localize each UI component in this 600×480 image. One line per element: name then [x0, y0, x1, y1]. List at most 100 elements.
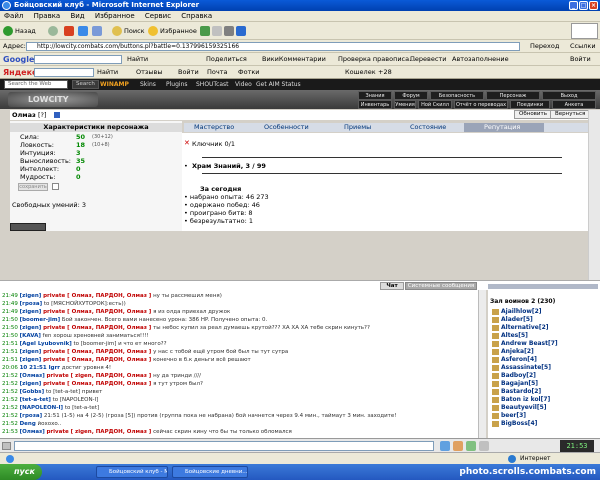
menu-inventory[interactable]: Инвентарь	[358, 100, 392, 109]
translit-icon[interactable]	[466, 441, 476, 451]
video-menu[interactable]: Video	[235, 79, 252, 90]
google-autofill-button[interactable]: Автозаполнение	[452, 53, 509, 66]
start-button[interactable]: пуск	[0, 464, 42, 480]
list-item[interactable]: Alternative[2]	[492, 324, 596, 332]
list-item[interactable]: Alader[5]	[492, 316, 596, 324]
list-item[interactable]: Ajailhlow[2]	[492, 308, 596, 316]
go-button[interactable]: Переход	[530, 41, 559, 52]
menu-tools[interactable]: Сервис	[145, 12, 171, 20]
stop-button[interactable]	[64, 25, 74, 37]
list-item[interactable]: Bastardo[2]	[492, 388, 596, 396]
list-item[interactable]: Asferon[4]	[492, 356, 596, 364]
yandex-wallet-button[interactable]: Кошелек	[345, 66, 376, 79]
yandex-search-button[interactable]: Найти	[97, 66, 118, 79]
google-translate-button[interactable]: Перевести	[410, 53, 446, 66]
favorites-button[interactable]: Избранное	[148, 25, 197, 37]
back-button[interactable]: Назад	[3, 25, 36, 37]
yandex-photos-button[interactable]: Фотки	[238, 66, 260, 79]
chat-menu-icon[interactable]	[2, 442, 11, 450]
stat-agility: Ловкость: 18 (10+8)	[20, 141, 110, 149]
info-icon[interactable]	[54, 112, 60, 118]
google-signin-button[interactable]: Войти	[570, 53, 591, 66]
player-name[interactable]: Олмаз	[12, 110, 36, 120]
save-checkbox[interactable]	[52, 183, 59, 190]
menu-forum[interactable]: Форум	[394, 91, 428, 100]
tab-system-messages[interactable]: Системные сообщения	[405, 282, 477, 290]
menu-edit[interactable]: Правка	[34, 12, 61, 20]
list-item[interactable]: beer[3]	[492, 412, 596, 420]
list-item[interactable]: Badboy[2]	[492, 372, 596, 380]
list-item[interactable]: BigBoss[4]	[492, 420, 596, 428]
menu-exit[interactable]: Выход	[542, 91, 596, 100]
refresh-page-button[interactable]: Обновить	[514, 110, 552, 119]
list-item[interactable]: Bagajan[5]	[492, 380, 596, 388]
chat-tab-bar: Чат Системные сообщения	[0, 280, 600, 290]
google-logo: Google	[3, 55, 35, 64]
menu-help[interactable]: Справка	[181, 12, 212, 20]
yandex-login-button[interactable]: Войти	[178, 66, 199, 79]
forward-button[interactable]	[48, 25, 58, 37]
history-button[interactable]	[200, 25, 246, 37]
list-item[interactable]: Assassinate[5]	[492, 364, 596, 372]
page-scrollbar[interactable]	[588, 110, 600, 280]
task-game-window[interactable]: Бойцовский клуб - M...	[96, 466, 168, 478]
close-button[interactable]: ×	[589, 1, 598, 10]
menu-file[interactable]: Файл	[4, 12, 23, 20]
menu-profile[interactable]: Анкета	[552, 100, 596, 109]
save-stats-button[interactable]: сохранить	[18, 183, 48, 191]
list-item[interactable]: Anjeka[2]	[492, 348, 596, 356]
list-item[interactable]: Beautyevil[5]	[492, 404, 596, 412]
search-button[interactable]: Поиск	[112, 25, 145, 37]
list-item[interactable]: Andrew Beast[7]	[492, 340, 596, 348]
web-search-input[interactable]: Search the Web	[4, 80, 68, 89]
clan-icon	[492, 388, 499, 395]
clear-icon[interactable]	[479, 441, 489, 451]
menu-knowledge[interactable]: Знания	[358, 91, 392, 100]
menu-noy-skill[interactable]: Ной Скилл	[418, 100, 452, 109]
yandex-search-input[interactable]	[34, 68, 94, 77]
google-search-input[interactable]	[34, 55, 122, 64]
standard-toolbar: Назад Поиск Избранное	[0, 22, 600, 40]
shoutcast-menu[interactable]: SHOUTcast	[196, 79, 229, 90]
mail-icon	[212, 26, 222, 36]
skins-menu[interactable]: Skins	[140, 79, 156, 90]
google-vk-button[interactable]: ВикиКомментарии	[262, 53, 326, 66]
menu-favorites[interactable]: Избранное	[95, 12, 135, 20]
google-search-button[interactable]: Найти	[127, 53, 148, 66]
stats-header: Характеристики персонажа	[10, 123, 182, 132]
smiles-icon[interactable]	[453, 441, 463, 451]
send-icon[interactable]	[440, 441, 450, 451]
tab-techniques[interactable]: Приемы	[344, 123, 371, 132]
watermark-text: photo.scrolls.combats.com	[459, 467, 596, 477]
chat-scrollbar[interactable]	[478, 290, 486, 438]
menu-transfers-report[interactable]: Отчёт о переводах	[454, 100, 508, 109]
google-spell-button[interactable]: Проверка правописа...	[338, 53, 415, 66]
menu-skills[interactable]: Умения	[394, 100, 416, 109]
google-share-button[interactable]: Поделиться	[206, 53, 247, 66]
task-diaries-window[interactable]: Бойцовские дневни...	[172, 466, 248, 478]
minimize-button[interactable]: _	[569, 1, 578, 10]
home-button[interactable]	[92, 25, 102, 37]
maximize-button[interactable]: □	[579, 1, 588, 10]
web-search-button[interactable]: Search	[72, 80, 99, 89]
yandex-reviews-button[interactable]: Отзывы	[136, 66, 162, 79]
tab-state[interactable]: Состояние	[410, 123, 446, 132]
refresh-button[interactable]	[78, 25, 88, 37]
plugins-menu[interactable]: Plugins	[166, 79, 188, 90]
list-item[interactable]: Altes[5]	[492, 332, 596, 340]
address-input[interactable]: http://lowcity.combats.com/buttons.pl?ba…	[26, 42, 520, 51]
menu-view[interactable]: Вид	[70, 12, 84, 20]
list-item[interactable]: Baton iz kol[7]	[492, 396, 596, 404]
menu-battles[interactable]: Поединки	[510, 100, 550, 109]
tab-mastery[interactable]: Мастерство	[194, 123, 234, 132]
tab-chat[interactable]: Чат	[380, 282, 404, 290]
aim-status-menu[interactable]: Get AIM Status	[256, 79, 301, 90]
tab-features[interactable]: Особенности	[264, 123, 309, 132]
chat-input[interactable]	[14, 441, 434, 451]
tab-reputation[interactable]: Репутация	[464, 123, 544, 132]
yandex-mail-button[interactable]: Почта	[207, 66, 227, 79]
links-button[interactable]: Ссылки	[570, 41, 596, 52]
menu-security[interactable]: Безопасность	[430, 91, 484, 100]
menu-character[interactable]: Персонаж	[486, 91, 540, 100]
return-button[interactable]: Вернуться	[550, 110, 591, 119]
